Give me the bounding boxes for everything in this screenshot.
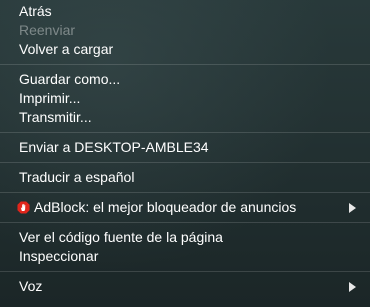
menu-item-cast[interactable]: Transmitir...	[0, 108, 370, 127]
menu-item-adblock-label: AdBlock: el mejor bloqueador de anuncios	[34, 199, 297, 215]
menu-item-translate[interactable]: Traducir a español	[0, 168, 370, 187]
menu-item-save-as[interactable]: Guardar como...	[0, 70, 370, 89]
menu-item-view-source[interactable]: Ver el código fuente de la página	[0, 228, 370, 247]
menu-item-print[interactable]: Imprimir...	[0, 89, 370, 108]
menu-item-send-to-device[interactable]: Enviar a DESKTOP-AMBLE34	[0, 138, 370, 157]
menu-separator	[0, 271, 370, 272]
menu-separator	[0, 192, 370, 193]
menu-item-speech[interactable]: Voz	[0, 277, 370, 296]
menu-item-back[interactable]: Atrás	[0, 2, 370, 21]
menu-item-reload[interactable]: Volver a cargar	[0, 40, 370, 59]
menu-separator	[0, 132, 370, 133]
menu-item-adblock[interactable]: AdBlock: el mejor bloqueador de anuncios	[0, 198, 370, 217]
menu-item-inspect[interactable]: Inspeccionar	[0, 247, 370, 266]
menu-separator	[0, 222, 370, 223]
submenu-arrow-icon	[349, 202, 356, 213]
context-menu: Atrás Reenviar Volver a cargar Guardar c…	[0, 0, 370, 307]
adblock-hand-icon	[17, 201, 30, 214]
menu-item-forward: Reenviar	[19, 22, 76, 38]
submenu-arrow-icon	[349, 281, 356, 292]
menu-separator	[0, 162, 370, 163]
menu-separator	[0, 64, 370, 65]
menu-item-speech-label: Voz	[19, 278, 43, 294]
